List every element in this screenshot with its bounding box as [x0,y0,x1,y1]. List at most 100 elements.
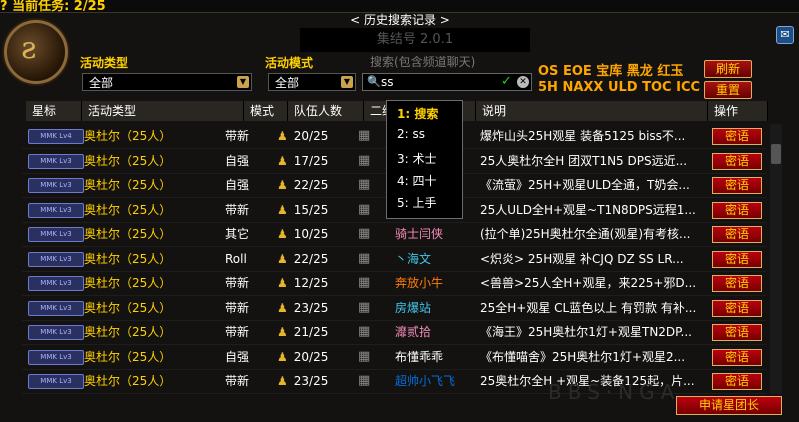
group-icon: ♟ [277,349,288,364]
star-badge: MMK Lv3 [28,349,84,365]
group-icon: ♟ [277,153,288,168]
table-row[interactable]: MMK Lv3 奥杜尔（25人） 其它 ♟ 10/25 ▦ 骑士闫侠 (拉个单)25H奥杜尔全… [22,222,766,247]
mode-dropdown[interactable]: 全部 ▼ [268,73,356,91]
table-row[interactable]: MMK Lv3 奥杜尔（25人） Roll ♟ 22/25 ▦ 丶海文 <炽炎> 25H观星 … [22,247,766,272]
team-cell: ♟ 17/25 [277,149,357,173]
team-cell: ♟ 15/25 [277,198,357,222]
qrcode-icon[interactable]: ▦ [358,345,378,369]
table-row[interactable]: MMK Lv3 奥杜尔（25人） 自强 ♟ 20/25 ▦ 布懂乖乖 《布懂喵舍》25H奥杜尔… [22,345,766,370]
qrcode-icon[interactable]: ▦ [358,198,378,222]
star-badge: MMK Lv3 [28,276,84,291]
team-cell: ♟ 23/25 [277,296,357,320]
description-cell: <兽兽>25人全H+观星，来225+邪D... [480,276,697,290]
quick-tags-row1[interactable]: OS EOE 宝库 黑龙 红玉 [538,60,683,79]
group-icon: ♟ [277,129,288,143]
group-icon: ♟ [277,202,288,217]
star-badge: MMK Lv3 [28,325,84,340]
mode-cell: 带新 [225,276,250,290]
whisper-button[interactable]: 密语 [712,275,762,292]
col-desc[interactable]: 说明 [476,101,708,121]
activity-cell: 奥杜尔（25人） [84,227,172,241]
mode-cell: 带新 [225,374,250,388]
activity-type-dropdown[interactable]: 全部 ▼ [82,73,252,91]
scroll-thumb[interactable] [771,144,781,164]
table-row[interactable]: MMK Lv3 奥杜尔（25人） 带新 ♟ 12/25 ▦ 奔放小牛 <兽兽>25人全H+观星… [22,271,766,296]
whisper-button[interactable]: 密语 [712,348,762,366]
qrcode-icon[interactable]: ▦ [358,149,378,173]
whisper-button[interactable]: 密语 [712,324,762,341]
group-icon: ♟ [277,227,288,241]
confirm-check-icon[interactable]: ✓ [501,74,512,89]
table-row[interactable]: MMK Lv3 奥杜尔（25人） 带新 ♟ 21/25 ▦ 灖贰拾 《海王》25H奥杜尔1灯+… [22,320,766,345]
search-value: ss [381,75,394,89]
whisper-button[interactable]: 密语 [712,152,762,170]
description-cell: (拉个单)25H奥杜尔全通(观星)有考核... [480,227,691,241]
activity-cell: 奥杜尔（25人） [84,251,172,266]
star-badge: MMK Lv3 [28,178,84,193]
whisper-button[interactable]: 密语 [712,250,762,268]
team-cell: ♟ 20/25 [277,124,357,148]
group-icon: ♟ [277,276,288,290]
whisper-button[interactable]: 密语 [712,373,762,390]
team-cell: ♟ 22/25 [277,247,357,271]
qrcode-icon[interactable]: ▦ [358,320,378,344]
activity-cell: 奥杜尔（25人） [84,325,172,339]
star-badge: MMK Lv3 [28,227,84,242]
mode-cell: 带新 [225,129,250,143]
search-history-dropdown[interactable]: 1: 搜索 2: ss 3: 术士 4: 四十 5: 上手 [386,100,463,219]
window-title: < 历史搜索记录 > [350,13,450,27]
whisper-button[interactable]: 密语 [712,201,762,219]
leader-name: 奔放小牛 [395,276,444,290]
whisper-button[interactable]: 密语 [712,299,762,317]
qrcode-icon[interactable]: ▦ [358,271,378,295]
team-count: 15/25 [293,202,329,217]
team-count: 17/25 [293,153,329,168]
list-scrollbar[interactable] [770,124,782,394]
group-icon: ♟ [277,374,288,388]
team-count: 20/25 [293,349,329,364]
table-row[interactable]: MMK Lv3 奥杜尔（25人） 带新 ♟ 23/25 ▦ 房爆站 25全H+观星 CL蓝色以… [22,296,766,321]
history-item[interactable]: 3: 术士 [397,150,437,167]
whisper-button[interactable]: 密语 [712,226,762,243]
col-activity[interactable]: 活动类型 [82,101,244,121]
history-item[interactable]: 2: ss [397,127,425,141]
history-item[interactable]: 4: 四十 [397,172,437,189]
mode-cell: 自强 [225,349,250,364]
minimize-icon[interactable]: ✉ [776,26,794,44]
set-number-label: 集结号 2.0.1 [300,28,530,52]
activity-cell: 奥杜尔（25人） [84,276,172,290]
col-team[interactable]: 队伍人数 [288,101,364,121]
apply-star-leader-button[interactable]: 申请星团长 [676,396,782,415]
quick-tags-row2[interactable]: 5H NAXX ULD TOC ICC [538,80,700,95]
description-cell: 爆炸山头25H观星 装备5125 biss不... [480,129,686,143]
qrcode-icon[interactable]: ▦ [358,173,378,197]
mode-cell: 带新 [225,202,250,217]
mode-label: 活动模式 [265,56,314,70]
search-hint: 搜索(包含频道聊天) [370,55,476,69]
col-star[interactable]: 星标 [26,101,82,121]
qrcode-icon[interactable]: ▦ [358,296,378,320]
whisper-button[interactable]: 密语 [712,128,762,145]
activity-cell: 奥杜尔（25人） [84,178,172,192]
dropdown-arrow-icon: ▼ [341,76,353,88]
star-badge: MMK Lv3 [28,374,84,389]
team-cell: ♟ 12/25 [277,271,357,295]
mode-cell: 带新 [225,300,250,315]
group-icon: ♟ [277,300,288,315]
search-input[interactable]: 🔍 ss ✓ ✕ [362,73,532,91]
qrcode-icon[interactable]: ▦ [358,247,378,271]
history-item[interactable]: 1: 搜索 [397,105,438,122]
description-cell: 25全H+观星 CL蓝色以上 有罚款 有补... [480,300,697,315]
refresh-button[interactable]: 刷新 [704,60,752,78]
whisper-button[interactable]: 密语 [712,177,762,194]
col-mode[interactable]: 模式 [244,101,288,121]
qrcode-icon[interactable]: ▦ [358,124,378,148]
reset-button[interactable]: 重置 [704,81,752,99]
col-action[interactable]: 操作 [708,101,768,121]
description-cell: <炽炎> 25H观星 补CJQ DZ SS LR... [480,251,684,266]
qrcode-icon[interactable]: ▦ [358,369,378,393]
mode-cell: 带新 [225,325,250,339]
history-item[interactable]: 5: 上手 [397,194,437,211]
qrcode-icon[interactable]: ▦ [358,222,378,246]
clear-icon[interactable]: ✕ [517,76,529,88]
